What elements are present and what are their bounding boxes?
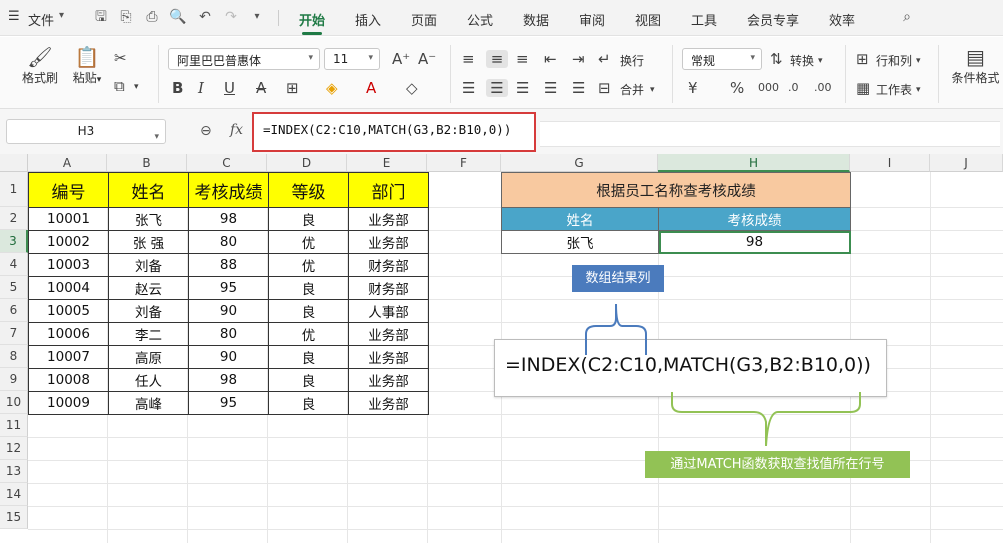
blue-brace	[585, 303, 647, 355]
green-brace	[671, 392, 861, 447]
brace-annotations	[585, 303, 861, 447]
